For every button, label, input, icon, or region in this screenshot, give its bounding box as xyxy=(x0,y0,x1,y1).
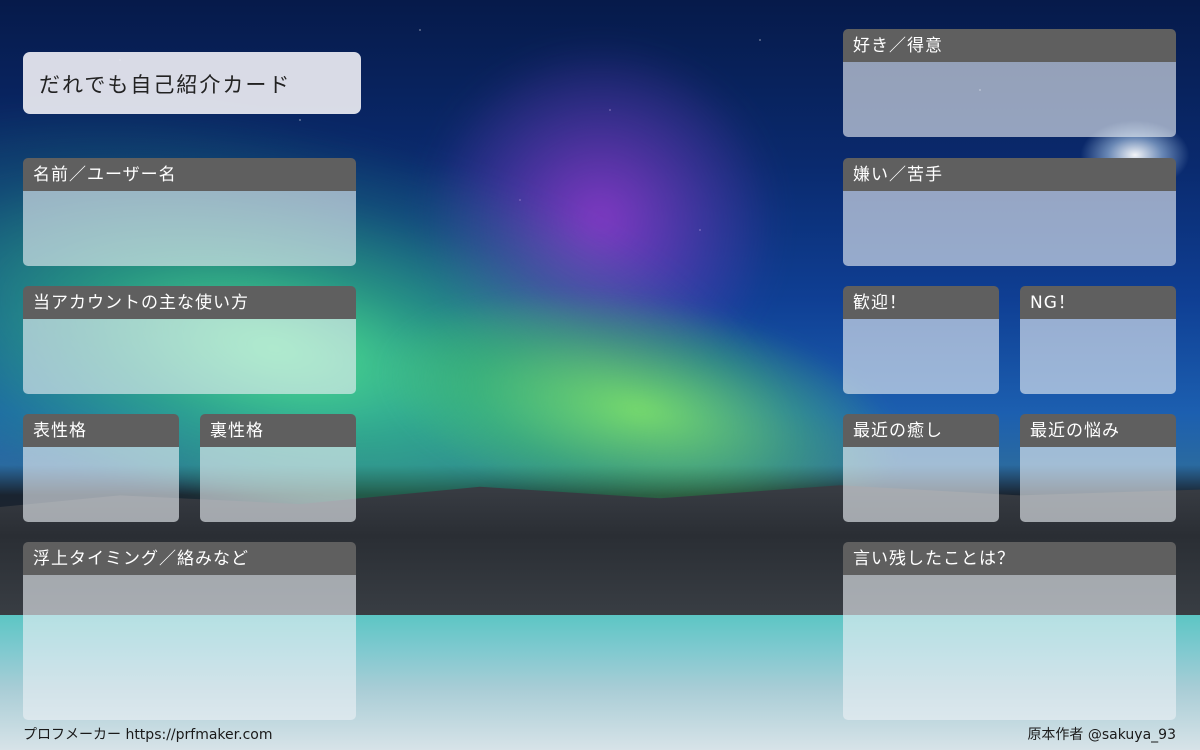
card-title: だれでも自己紹介カード xyxy=(39,73,292,97)
panel-recent-worries-header: 最近の悩み xyxy=(1020,414,1176,447)
panel-dislikes-body[interactable] xyxy=(843,191,1176,266)
panel-last-words-header: 言い残したことは？ xyxy=(843,542,1176,575)
panel-surface-personality-header: 表性格 xyxy=(23,414,179,447)
panel-ng: NG！ xyxy=(1020,286,1176,394)
panel-dislikes: 嫌い／苦手 xyxy=(843,158,1176,266)
panel-recent-healing: 最近の癒し xyxy=(843,414,999,522)
card-title-box: だれでも自己紹介カード xyxy=(23,52,361,114)
panel-welcome: 歓迎！ xyxy=(843,286,999,394)
panel-online-timing: 浮上タイミング／絡みなど xyxy=(23,542,356,720)
panel-name-body[interactable] xyxy=(23,191,356,266)
panel-hidden-personality-header: 裏性格 xyxy=(200,414,356,447)
panel-likes-body[interactable] xyxy=(843,62,1176,137)
panel-hidden-personality-body[interactable] xyxy=(200,447,356,522)
panel-dislikes-header: 嫌い／苦手 xyxy=(843,158,1176,191)
panel-welcome-header: 歓迎！ xyxy=(843,286,999,319)
panel-name: 名前／ユーザー名 xyxy=(23,158,356,266)
panel-usage: 当アカウントの主な使い方 xyxy=(23,286,356,394)
footer-original-author: 原本作者 @sakuya_93 xyxy=(1027,727,1176,743)
panel-hidden-personality: 裏性格 xyxy=(200,414,356,522)
panel-ng-body[interactable] xyxy=(1020,319,1176,394)
panel-likes: 好き／得意 xyxy=(843,29,1176,137)
panel-recent-worries-body[interactable] xyxy=(1020,447,1176,522)
panel-recent-healing-header: 最近の癒し xyxy=(843,414,999,447)
panel-last-words: 言い残したことは？ xyxy=(843,542,1176,720)
panel-online-timing-body[interactable] xyxy=(23,575,356,720)
panel-surface-personality-body[interactable] xyxy=(23,447,179,522)
panel-usage-body[interactable] xyxy=(23,319,356,394)
panel-ng-header: NG！ xyxy=(1020,286,1176,319)
panel-surface-personality: 表性格 xyxy=(23,414,179,522)
panel-welcome-body[interactable] xyxy=(843,319,999,394)
footer-maker-credit[interactable]: プロフメーカー https://prfmaker.com xyxy=(23,724,272,744)
panel-recent-worries: 最近の悩み xyxy=(1020,414,1176,522)
panel-likes-header: 好き／得意 xyxy=(843,29,1176,62)
panel-online-timing-header: 浮上タイミング／絡みなど xyxy=(23,542,356,575)
panel-last-words-body[interactable] xyxy=(843,575,1176,720)
panel-usage-header: 当アカウントの主な使い方 xyxy=(23,286,356,319)
panel-recent-healing-body[interactable] xyxy=(843,447,999,522)
panel-name-header: 名前／ユーザー名 xyxy=(23,158,356,191)
